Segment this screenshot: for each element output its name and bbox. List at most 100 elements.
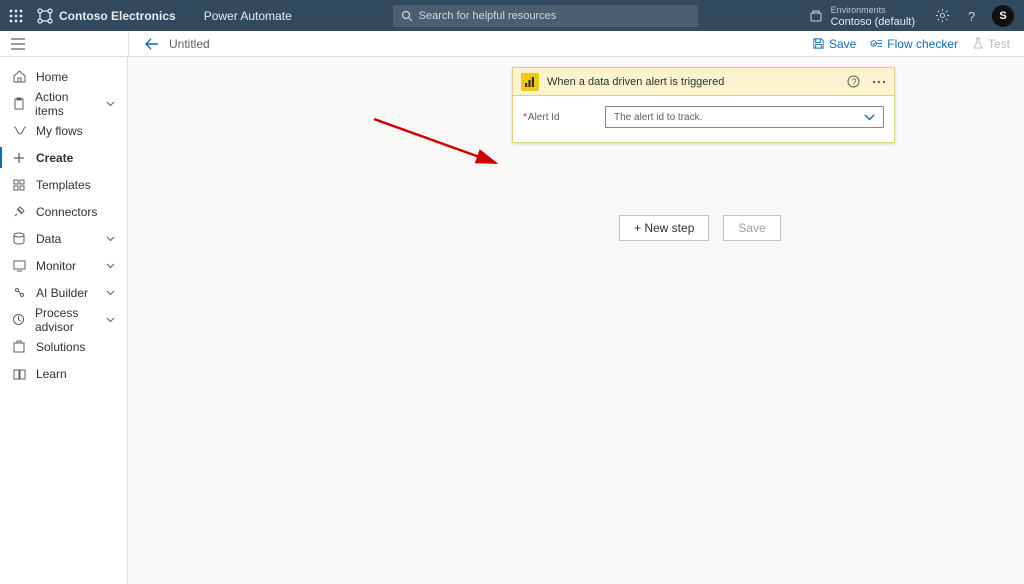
hamburger-icon [11, 38, 25, 50]
gear-icon [935, 8, 950, 23]
environment-picker[interactable]: Environments Contoso (default) [799, 4, 925, 28]
sidebar-item-label: Process advisor [35, 306, 96, 334]
sidebar-item-templates[interactable]: Templates [0, 171, 127, 198]
environment-icon [809, 9, 823, 23]
trigger-card-title: When a data driven alert is triggered [547, 76, 839, 88]
waffle-icon [9, 9, 23, 23]
environment-text: Environments Contoso (default) [831, 4, 915, 28]
sidebar-item-label: Learn [36, 367, 67, 381]
flow-checker-button[interactable]: Flow checker [870, 37, 958, 51]
sidebar-item-label: Action items [35, 90, 96, 118]
trigger-card-body: *Alert Id The alert id to track. [513, 96, 894, 142]
chevron-down-icon [106, 263, 115, 269]
sidebar-item-create[interactable]: Create [0, 144, 127, 171]
chevron-down-icon [106, 317, 115, 323]
settings-button[interactable] [935, 8, 950, 23]
canvas: When a data driven alert is triggered ? … [128, 57, 1024, 584]
top-header: Contoso Electronics Power Automate Envir… [0, 0, 1024, 31]
test-button[interactable]: Test [972, 37, 1010, 51]
sidebar-item-ai-builder[interactable]: AI Builder [0, 279, 127, 306]
environment-value: Contoso (default) [831, 16, 915, 28]
sidebar-item-connectors[interactable]: Connectors [0, 198, 127, 225]
param-label: *Alert Id [523, 112, 595, 123]
top-right-icons: ? S [925, 5, 1024, 27]
back-button[interactable] [145, 38, 159, 50]
plus-icon [12, 152, 26, 164]
sidebar-item-label: Data [36, 232, 61, 246]
sidebar-item-action-items[interactable]: Action items [0, 90, 127, 117]
brand-block: Contoso Electronics [31, 8, 182, 24]
sidebar-item-process-advisor[interactable]: Process advisor [0, 306, 127, 333]
command-bar-actions: Save Flow checker Test [812, 37, 1024, 51]
trigger-card[interactable]: When a data driven alert is triggered ? … [512, 67, 895, 143]
sidebar-item-label: AI Builder [36, 286, 88, 300]
flows-icon [12, 124, 26, 137]
flow-title[interactable]: Untitled [169, 37, 210, 51]
question-icon: ? [964, 9, 978, 23]
chevron-down-icon [106, 290, 115, 296]
sidebar-item-label: My flows [36, 124, 83, 138]
save-icon [812, 37, 825, 50]
chevron-down-icon [106, 101, 115, 107]
help-button[interactable]: ? [964, 9, 978, 23]
chevron-down-icon [106, 236, 115, 242]
test-label: Test [988, 37, 1010, 51]
chevron-down-icon [864, 114, 875, 121]
avatar[interactable]: S [992, 5, 1014, 27]
monitor-icon [12, 260, 26, 272]
search-wrap [292, 5, 799, 27]
card-help-button[interactable]: ? [847, 75, 860, 88]
search-icon [401, 10, 413, 22]
sidebar-item-solutions[interactable]: Solutions [0, 333, 127, 360]
solutions-icon [12, 340, 26, 353]
sidebar-item-label: Create [36, 151, 73, 165]
sidebar-item-label: Solutions [36, 340, 85, 354]
grid-icon [12, 179, 26, 191]
alert-id-placeholder: The alert id to track. [614, 112, 702, 123]
breadcrumb: Untitled [129, 37, 210, 51]
save-button[interactable]: Save [812, 37, 856, 51]
plug-icon [12, 205, 26, 218]
help-icon: ? [847, 75, 860, 88]
environment-label: Environments [831, 4, 915, 16]
ai-icon [12, 286, 26, 299]
svg-text:?: ? [968, 9, 975, 23]
sidebar-toggle[interactable] [0, 38, 35, 50]
powerbi-logo-icon [521, 73, 539, 91]
process-icon [12, 313, 25, 326]
data-icon [12, 232, 26, 245]
sidebar: HomeAction items My flows Create Templates C… [0, 57, 128, 584]
sidebar-item-data[interactable]: Data [0, 225, 127, 252]
sidebar-item-my-flows[interactable]: My flows [0, 117, 127, 144]
svg-text:?: ? [852, 77, 857, 87]
trigger-card-header[interactable]: When a data driven alert is triggered ? [513, 68, 894, 96]
command-bar: Untitled Save Flow checker Test [0, 31, 1024, 57]
sidebar-item-learn[interactable]: Learn [0, 360, 127, 387]
sidebar-item-monitor[interactable]: Monitor [0, 252, 127, 279]
app-name: Power Automate [204, 9, 292, 23]
search-box[interactable] [393, 5, 698, 27]
save-label: Save [829, 37, 856, 51]
save-flow-button[interactable]: Save [723, 215, 780, 241]
alert-id-dropdown[interactable]: The alert id to track. [605, 106, 884, 128]
avatar-initial: S [999, 10, 1006, 22]
ellipsis-icon [872, 80, 886, 84]
app-launcher-button[interactable] [0, 0, 31, 31]
clipboard-icon [12, 97, 25, 110]
sidebar-item-home[interactable]: Home [0, 63, 127, 90]
card-menu-button[interactable] [872, 80, 886, 84]
sidebar-item-label: Templates [36, 178, 91, 192]
flow-checker-label: Flow checker [887, 37, 958, 51]
main-layout: HomeAction items My flows Create Templates C… [0, 57, 1024, 584]
annotation-arrow [370, 115, 510, 175]
brand-name: Contoso Electronics [59, 9, 176, 23]
search-input[interactable] [419, 10, 690, 22]
new-step-button[interactable]: + New step [619, 215, 709, 241]
sidebar-item-label: Monitor [36, 259, 76, 273]
learn-icon [12, 368, 26, 380]
arrow-left-icon [145, 38, 159, 50]
checker-icon [870, 37, 883, 50]
home-icon [12, 70, 26, 83]
brand-logo-icon [37, 8, 53, 24]
flow-actions: + New step Save [619, 215, 781, 241]
